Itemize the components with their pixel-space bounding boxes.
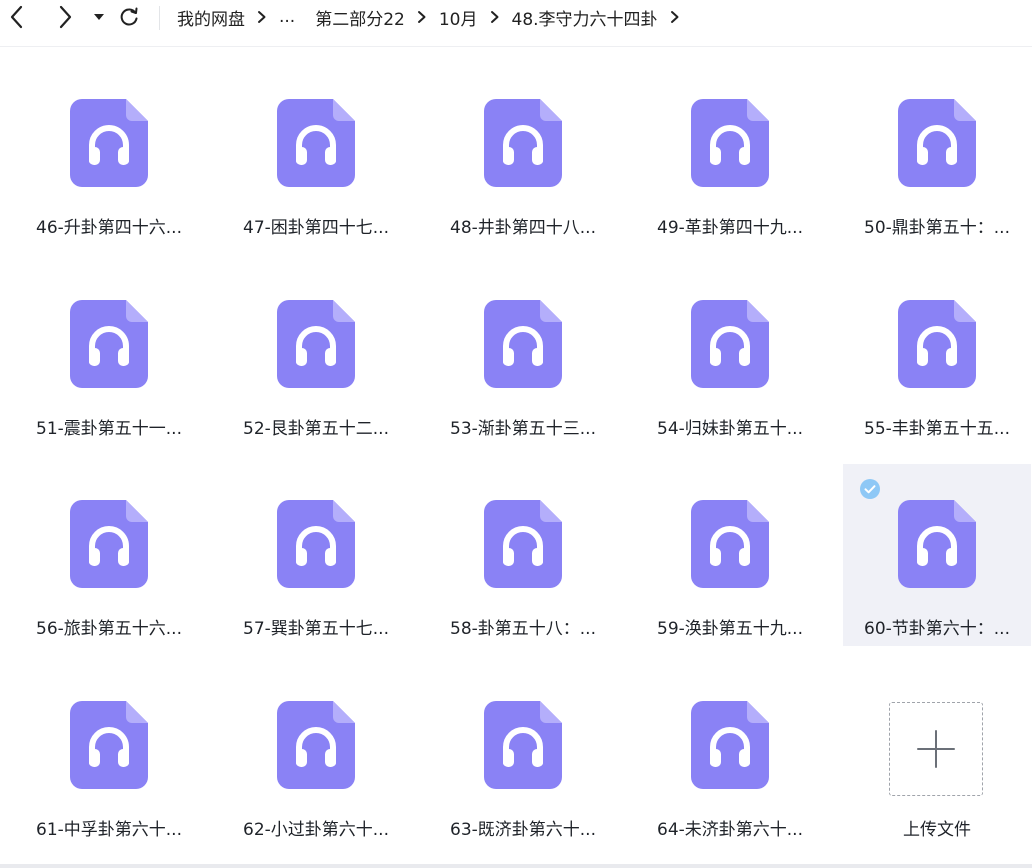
audio-file-icon — [898, 500, 976, 588]
file-name: 55-丰卦第五十五... — [864, 419, 1010, 439]
upload-button[interactable] — [889, 702, 983, 796]
bottom-divider — [0, 864, 1032, 868]
upload-tile[interactable]: 上传文件 — [843, 665, 1031, 847]
audio-file-icon — [277, 300, 355, 388]
audio-file-icon — [691, 99, 769, 187]
audio-file-icon — [691, 701, 769, 789]
audio-file-icon — [70, 99, 148, 187]
chevron-right-icon — [257, 10, 267, 24]
audio-file-icon — [484, 99, 562, 187]
audio-file-icon — [484, 300, 562, 388]
toolbar-divider — [159, 6, 160, 30]
file-name: 54-归妹卦第五十... — [657, 419, 803, 439]
audio-file-icon — [484, 500, 562, 588]
audio-file-icon — [691, 500, 769, 588]
chevron-right-icon — [490, 10, 500, 24]
audio-file-icon — [898, 99, 976, 187]
file-tile[interactable]: 55-丰卦第五十五... — [843, 264, 1031, 446]
audio-file-icon — [277, 500, 355, 588]
refresh-icon — [120, 7, 138, 26]
file-name: 57-巽卦第五十七... — [243, 619, 389, 639]
caret-down-icon — [94, 14, 104, 20]
breadcrumb-item-part[interactable]: 第二部分22 — [315, 5, 405, 30]
file-name: 56-旅卦第五十六... — [36, 619, 182, 639]
breadcrumb-item-month[interactable]: 10月 — [439, 5, 478, 30]
audio-file-icon — [70, 701, 148, 789]
file-name: 59-涣卦第五十九... — [657, 619, 803, 639]
file-name: 47-困卦第四十七... — [243, 218, 389, 238]
breadcrumb-item-ellipsis[interactable]: ... — [279, 7, 295, 27]
file-name: 51-震卦第五十一... — [36, 419, 182, 439]
file-tile[interactable]: 46-升卦第四十六... — [15, 63, 203, 245]
breadcrumb-item-root[interactable]: 我的网盘 — [177, 5, 245, 30]
file-tile[interactable]: 49-革卦第四十九... — [636, 63, 824, 245]
file-tile[interactable]: 59-涣卦第五十九... — [636, 464, 824, 646]
chevron-right-icon — [670, 10, 680, 24]
history-dropdown-button[interactable] — [86, 4, 112, 30]
audio-file-icon — [70, 300, 148, 388]
file-tile[interactable]: 51-震卦第五十一... — [15, 264, 203, 446]
file-tile[interactable]: 48-井卦第四十八... — [429, 63, 617, 245]
file-tile[interactable]: 61-中孚卦第六十... — [15, 665, 203, 847]
file-tile[interactable]: 50-鼎卦第五十：... — [843, 63, 1031, 245]
file-tile[interactable]: 54-归妹卦第五十... — [636, 264, 824, 446]
file-name: 52-艮卦第五十二... — [243, 419, 389, 439]
selected-check-icon[interactable] — [860, 479, 880, 499]
back-button[interactable] — [4, 4, 30, 30]
file-tile[interactable]: 53-渐卦第五十三... — [429, 264, 617, 446]
forward-button[interactable] — [52, 4, 78, 30]
file-name: 60-节卦第六十：... — [864, 619, 1010, 639]
file-tile[interactable]: 63-既济卦第六十... — [429, 665, 617, 847]
file-tile[interactable]: 56-旅卦第五十六... — [15, 464, 203, 646]
breadcrumb: 我的网盘 ... 第二部分22 10月 48.李守力六十四卦 — [177, 4, 692, 30]
toolbar: 我的网盘 ... 第二部分22 10月 48.李守力六十四卦 — [0, 0, 1032, 47]
file-name: 50-鼎卦第五十：... — [864, 218, 1010, 238]
file-name: 58-卦第五十八：... — [450, 619, 596, 639]
file-tile[interactable]: 64-未济卦第六十... — [636, 665, 824, 847]
audio-file-icon — [277, 701, 355, 789]
chevron-right-icon — [59, 5, 72, 29]
audio-file-icon — [484, 701, 562, 789]
file-name: 61-中孚卦第六十... — [36, 820, 182, 840]
upload-label: 上传文件 — [903, 820, 971, 840]
audio-file-icon — [898, 300, 976, 388]
file-tile[interactable]: 57-巽卦第五十七... — [222, 464, 410, 646]
refresh-button[interactable] — [116, 4, 142, 30]
plus-icon — [917, 730, 955, 768]
audio-file-icon — [70, 500, 148, 588]
file-name: 63-既济卦第六十... — [450, 820, 596, 840]
chevron-right-icon — [417, 10, 427, 24]
file-name: 48-井卦第四十八... — [450, 218, 596, 238]
file-name: 49-革卦第四十九... — [657, 218, 803, 238]
audio-file-icon — [277, 99, 355, 187]
file-tile[interactable]: 52-艮卦第五十二... — [222, 264, 410, 446]
file-name: 64-未济卦第六十... — [657, 820, 803, 840]
breadcrumb-item-current[interactable]: 48.李守力六十四卦 — [512, 5, 658, 30]
file-name: 46-升卦第四十六... — [36, 218, 182, 238]
file-name: 53-渐卦第五十三... — [450, 419, 596, 439]
file-tile[interactable]: 47-困卦第四十七... — [222, 63, 410, 245]
file-tile[interactable]: 60-节卦第六十：... — [843, 464, 1031, 646]
file-name: 62-小过卦第六十... — [243, 820, 389, 840]
chevron-left-icon — [10, 5, 23, 29]
file-tile[interactable]: 62-小过卦第六十... — [222, 665, 410, 847]
file-tile[interactable]: 58-卦第五十八：... — [429, 464, 617, 646]
audio-file-icon — [691, 300, 769, 388]
